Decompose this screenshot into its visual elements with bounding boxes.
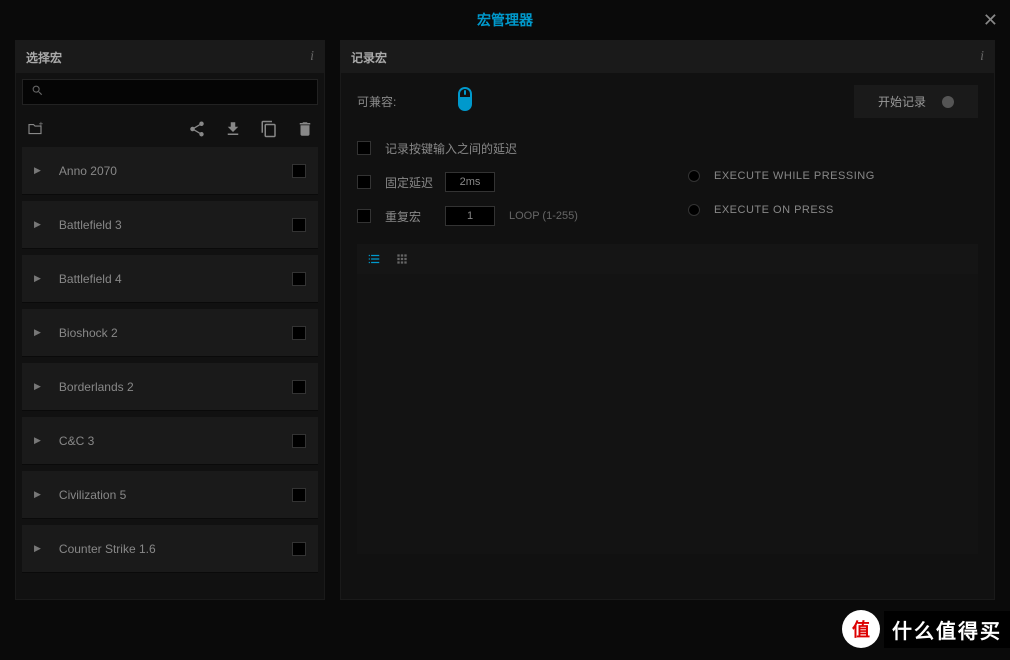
chevron-right-icon: ▶ (34, 327, 41, 338)
delay-between-label: 记录按键输入之间的延迟 (385, 140, 517, 157)
list-item[interactable]: ▶ Counter Strike 1.6 (22, 525, 318, 573)
list-item[interactable]: ▶ Anno 2070 (22, 147, 318, 195)
window-title: 宏管理器 (477, 10, 533, 30)
chevron-right-icon: ▶ (34, 381, 41, 392)
record-macro-panel: 记录宏 i 可兼容: 开始记录 (340, 40, 995, 600)
checkbox[interactable] (292, 218, 306, 232)
checkbox[interactable] (292, 272, 306, 286)
checkbox[interactable] (292, 164, 306, 178)
checkbox[interactable] (292, 488, 306, 502)
left-toolbar: + (16, 111, 324, 147)
fixed-delay-label: 固定延迟 (385, 174, 445, 191)
close-icon[interactable]: ✕ (983, 10, 998, 31)
brand-text: 什么值得买 (884, 611, 1010, 648)
macro-name: Counter Strike 1.6 (59, 542, 292, 556)
list-item[interactable]: ▶ Borderlands 2 (22, 363, 318, 411)
delay-between-checkbox[interactable] (357, 141, 371, 155)
copy-icon[interactable] (260, 120, 278, 138)
search-field[interactable] (50, 85, 309, 100)
chevron-right-icon: ▶ (34, 489, 41, 500)
macro-name: Battlefield 4 (59, 272, 292, 286)
execute-on-press-radio[interactable] (688, 204, 700, 216)
share-icon[interactable] (188, 120, 206, 138)
brand-logo-icon: 值 (842, 610, 880, 648)
chevron-right-icon: ▶ (34, 543, 41, 554)
list-item[interactable]: ▶ Battlefield 3 (22, 201, 318, 249)
checkbox[interactable] (292, 434, 306, 448)
loop-hint: LOOP (1-255) (509, 210, 578, 222)
repeat-input[interactable]: 1 (445, 206, 495, 226)
right-panel-header: 记录宏 i (341, 41, 994, 73)
search-icon (31, 84, 44, 100)
record-indicator-icon (942, 96, 954, 108)
macro-list: ▶ Anno 2070 ▶ Battlefield 3 ▶ Battlefield 4… (16, 147, 324, 599)
info-icon[interactable]: i (980, 49, 984, 65)
repeat-checkbox[interactable] (357, 209, 371, 223)
chevron-right-icon: ▶ (34, 219, 41, 230)
view-toolbar (357, 244, 978, 274)
record-button-label: 开始记录 (878, 93, 926, 110)
list-item[interactable]: ▶ Civilization 5 (22, 471, 318, 519)
download-icon[interactable] (224, 120, 242, 138)
search-input[interactable] (22, 79, 318, 105)
execute-while-pressing-label: EXECUTE WHILE PRESSING (714, 170, 875, 182)
mouse-icon (456, 87, 474, 117)
chevron-right-icon: ▶ (34, 165, 41, 176)
macro-record-area (357, 274, 978, 554)
macro-name: Bioshock 2 (59, 326, 292, 340)
grid-view-button[interactable] (395, 252, 409, 266)
titlebar: 宏管理器 ✕ (0, 0, 1010, 40)
info-icon[interactable]: i (310, 49, 314, 65)
macro-name: C&C 3 (59, 434, 292, 448)
execute-on-press-label: EXECUTE ON PRESS (714, 204, 834, 216)
start-record-button[interactable]: 开始记录 (854, 85, 978, 118)
checkbox[interactable] (292, 326, 306, 340)
right-panel-title: 记录宏 (351, 49, 387, 66)
list-view-button[interactable] (367, 252, 381, 266)
svg-text:+: + (39, 120, 44, 128)
fixed-delay-input[interactable]: 2ms (445, 172, 495, 192)
new-folder-icon[interactable]: + (26, 120, 44, 138)
list-item[interactable]: ▶ Battlefield 4 (22, 255, 318, 303)
macro-name: Anno 2070 (59, 164, 292, 178)
macro-name: Borderlands 2 (59, 380, 292, 394)
macro-name: Civilization 5 (59, 488, 292, 502)
list-item[interactable]: ▶ Bioshock 2 (22, 309, 318, 357)
list-item[interactable]: ▶ C&C 3 (22, 417, 318, 465)
macro-name: Battlefield 3 (59, 218, 292, 232)
execute-while-pressing-radio[interactable] (688, 170, 700, 182)
delete-icon[interactable] (296, 120, 314, 138)
watermark: 值 什么值得买 (842, 610, 1010, 648)
repeat-label: 重复宏 (385, 208, 445, 225)
left-panel-header: 选择宏 i (16, 41, 324, 73)
compatible-label: 可兼容: (357, 93, 396, 110)
checkbox[interactable] (292, 542, 306, 556)
left-panel-title: 选择宏 (26, 49, 62, 66)
select-macro-panel: 选择宏 i + (15, 40, 325, 600)
fixed-delay-checkbox[interactable] (357, 175, 371, 189)
checkbox[interactable] (292, 380, 306, 394)
chevron-right-icon: ▶ (34, 273, 41, 284)
chevron-right-icon: ▶ (34, 435, 41, 446)
